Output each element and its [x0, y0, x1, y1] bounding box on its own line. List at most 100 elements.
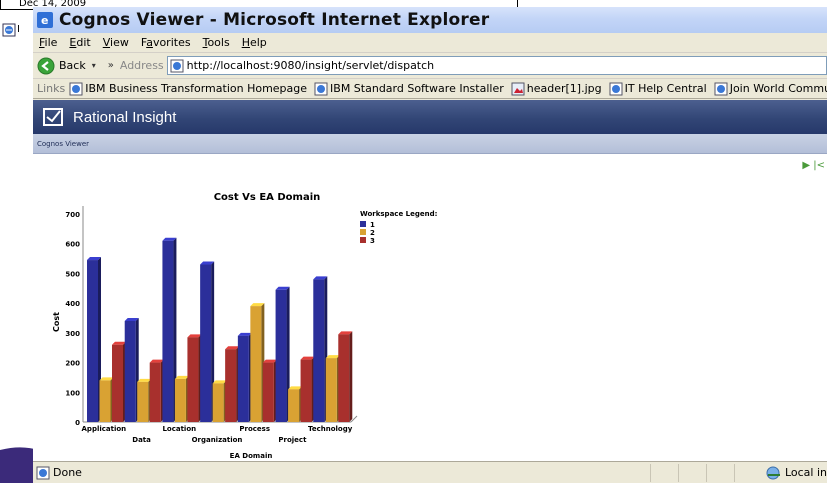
y-tick-label: 300	[65, 330, 80, 338]
bar-application-series-1[interactable]	[87, 257, 101, 422]
bar-technology-series-2[interactable]	[325, 355, 340, 422]
link-label: Join World Community Grid	[729, 82, 827, 95]
legend-swatch-3	[360, 237, 366, 243]
ie-page-icon	[609, 82, 623, 95]
y-tick-label: 200	[65, 360, 80, 368]
bar-front	[313, 279, 325, 422]
menu-help[interactable]: Help	[242, 36, 267, 49]
bar-front	[187, 337, 199, 422]
bar-location-series-2[interactable]	[174, 375, 189, 422]
status-panel	[733, 463, 762, 482]
menu-file-rest: ile	[44, 36, 58, 49]
status-panel	[705, 463, 734, 482]
bar-location-series-1[interactable]	[162, 237, 177, 422]
link-world-community-grid[interactable]: Join World Community Grid	[714, 82, 827, 96]
page-icon	[170, 59, 184, 72]
menu-view[interactable]: View	[103, 36, 129, 49]
back-button-label: Back	[59, 59, 86, 72]
report-navigation-controls[interactable]: ▶ |<	[802, 160, 825, 171]
bar-front	[300, 359, 312, 422]
bar-location-series-3[interactable]	[187, 334, 202, 422]
address-bar[interactable]: http://localhost:9080/insight/servlet/di…	[166, 56, 827, 75]
legend-label-1: 1	[370, 221, 375, 229]
link-header-jpg[interactable]: header[1].jpg	[511, 82, 602, 96]
security-zone[interactable]: Local in	[762, 466, 827, 480]
bar-technology-series-1[interactable]	[313, 276, 328, 422]
x-tick-label: Application	[82, 425, 127, 433]
bar-process-series-1[interactable]	[237, 332, 252, 422]
bar-organization-series-2[interactable]	[212, 380, 227, 422]
viewer-subheader-label: Cognos Viewer	[37, 139, 90, 148]
legend-swatch-1	[360, 221, 366, 227]
bar-front	[212, 383, 224, 422]
bar-front	[325, 358, 337, 422]
link-label: IBM Standard Software Installer	[330, 82, 504, 95]
link-label: IBM Business Transformation Homepage	[85, 82, 308, 95]
bar-process-series-3[interactable]	[262, 359, 277, 422]
bar-organization-series-1[interactable]	[200, 261, 215, 422]
status-bar: Done Local in	[33, 461, 827, 483]
bar-front	[288, 389, 300, 422]
x-tick-label: Organization	[192, 436, 243, 444]
menu-help-rest: elp	[249, 36, 267, 49]
back-button[interactable]: Back ▾	[37, 57, 96, 75]
address-label: Address	[119, 59, 164, 72]
zone-text: Local in	[784, 466, 827, 479]
bar-front	[162, 240, 174, 422]
bar-front	[262, 362, 274, 422]
bar-front	[174, 378, 186, 422]
bar-front	[237, 335, 249, 422]
link-label: header[1].jpg	[526, 82, 602, 95]
bar-data-series-3[interactable]	[149, 359, 164, 422]
back-arrow-icon	[37, 57, 55, 74]
link-it-help-central[interactable]: IT Help Central	[609, 82, 707, 96]
bar-technology-series-3[interactable]	[338, 331, 353, 422]
bar-process-series-2[interactable]	[250, 303, 265, 422]
menu-edit-rest: dit	[76, 36, 91, 49]
internet-explorer-icon: e	[37, 12, 53, 28]
bar-front	[200, 264, 212, 422]
y-tick-label: 100	[65, 389, 80, 397]
bar-data-series-2[interactable]	[137, 378, 152, 422]
links-label: Links	[37, 82, 66, 95]
app-title: Rational Insight	[73, 108, 177, 126]
ie-page-icon	[69, 82, 83, 95]
bar-project-series-3[interactable]	[300, 356, 315, 422]
menu-edit[interactable]: Edit	[69, 36, 90, 49]
menu-file[interactable]: File	[39, 36, 57, 49]
toolbar-overflow-chevron[interactable]: »	[108, 60, 114, 71]
bar-front	[87, 260, 98, 422]
bar-organization-series-3[interactable]	[225, 346, 240, 422]
bar-front	[225, 349, 237, 422]
bar-front	[250, 306, 262, 422]
y-tick-label: 500	[65, 270, 80, 278]
title-bar[interactable]: e Cognos Viewer - Microsoft Internet Exp…	[33, 7, 827, 33]
bar-data-series-1[interactable]	[124, 317, 139, 422]
background-document-icon[interactable]	[2, 23, 16, 37]
back-dropdown-icon[interactable]: ▾	[92, 61, 96, 70]
x-axis-label: EA Domain	[230, 452, 273, 460]
report-navigation-text: ▶ |<	[802, 160, 825, 171]
link-ibm-software-installer[interactable]: IBM Standard Software Installer	[314, 82, 504, 96]
menu-tools-rest: ools	[207, 36, 230, 49]
legend-swatch-2	[360, 229, 366, 235]
status-text: Done	[53, 466, 82, 479]
page-content: Rational Insight Cognos Viewer ▶ |< Cost…	[33, 100, 827, 461]
app-header: Rational Insight	[33, 100, 827, 134]
status-panel	[649, 463, 678, 482]
bar-project-series-1[interactable]	[275, 286, 290, 422]
rational-insight-logo-icon	[43, 108, 63, 126]
bar-project-series-2[interactable]	[288, 386, 303, 422]
link-ibm-business-transformation[interactable]: IBM Business Transformation Homepage	[69, 82, 307, 96]
status-panel	[677, 463, 706, 482]
bar-front	[275, 289, 287, 422]
y-axis-label: Cost	[52, 312, 61, 332]
bar-front	[137, 381, 149, 422]
bar-application-series-3[interactable]	[112, 341, 126, 422]
page-done-icon	[36, 466, 50, 479]
link-label: IT Help Central	[624, 82, 707, 95]
bar-application-series-2[interactable]	[99, 377, 114, 422]
menu-tools[interactable]: Tools	[203, 36, 230, 49]
legend-label-2: 2	[370, 229, 375, 237]
menu-favorites[interactable]: Favorites	[141, 36, 191, 49]
